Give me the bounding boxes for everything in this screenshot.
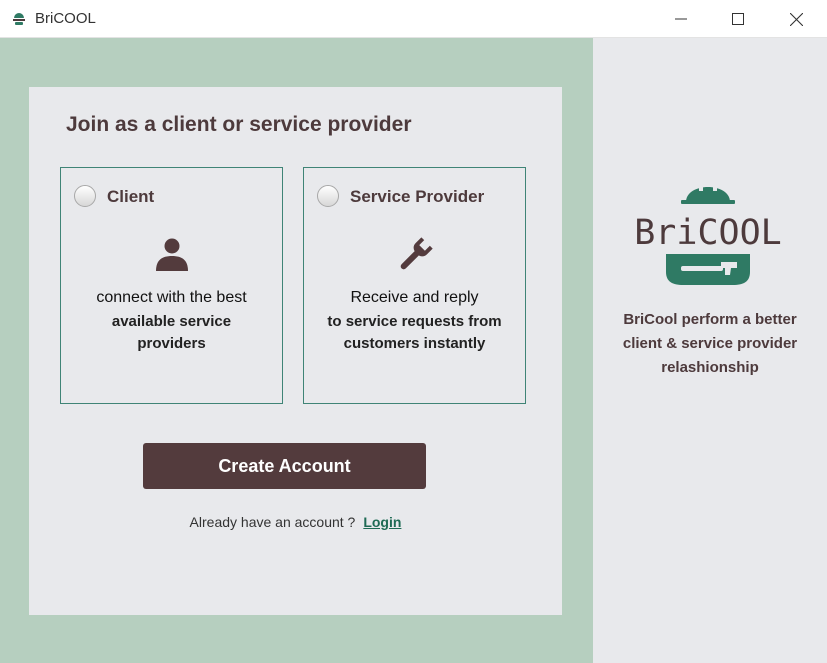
tagline-line3: relashionship <box>661 359 759 376</box>
page-title: Join as a client or service provider <box>66 113 412 136</box>
minimize-icon <box>675 18 687 20</box>
minimize-button[interactable] <box>652 0 710 38</box>
app-icon <box>13 13 25 25</box>
user-icon <box>155 238 188 271</box>
hard-hat-icon <box>686 187 730 202</box>
login-link[interactable]: Login <box>363 514 401 530</box>
maximize-icon <box>732 13 744 25</box>
client-description-line1: connect with the best <box>96 289 247 306</box>
service-provider-label: Service Provider <box>350 187 485 206</box>
close-button[interactable] <box>767 0 825 38</box>
logo-wordmark: BriCOOL <box>634 213 782 253</box>
login-prompt: Already have an account ? <box>189 514 356 530</box>
client-description-line2: available service <box>111 313 232 330</box>
brand-panel: BriCOOL BriCool perform a better client … <box>593 38 827 663</box>
wrench-icon <box>400 237 433 270</box>
maximize-button[interactable] <box>709 0 767 38</box>
window-title: BriCOOL <box>35 10 96 27</box>
tagline-line2: client & service provider <box>622 335 798 352</box>
brand-tagline: BriCool perform a better client & servic… <box>593 308 827 380</box>
signup-panel: Join as a client or service provider Cli… <box>0 38 593 663</box>
service-provider-description-line3: customers instantly <box>343 335 486 352</box>
service-provider-description-line2: to service requests from <box>327 313 502 330</box>
client-description-line3: providers <box>137 335 206 352</box>
service-provider-radio[interactable] <box>317 185 339 207</box>
close-icon <box>789 12 803 26</box>
client-option[interactable]: Client connect with the best available s… <box>60 167 283 404</box>
client-label: Client <box>107 187 155 206</box>
service-provider-description-line1: Receive and reply <box>350 289 479 306</box>
service-provider-option[interactable]: Service Provider Receive and reply to se… <box>303 167 526 404</box>
tagline-line1: BriCool perform a better <box>623 311 797 328</box>
create-account-button[interactable]: Create Account <box>143 443 426 489</box>
signup-card: Join as a client or service provider Cli… <box>29 87 562 615</box>
bricool-logo: BriCOOL <box>634 177 782 285</box>
login-prompt-row: Already have an account ? Login <box>29 514 562 530</box>
client-radio[interactable] <box>74 185 96 207</box>
title-bar: BriCOOL <box>0 0 827 38</box>
